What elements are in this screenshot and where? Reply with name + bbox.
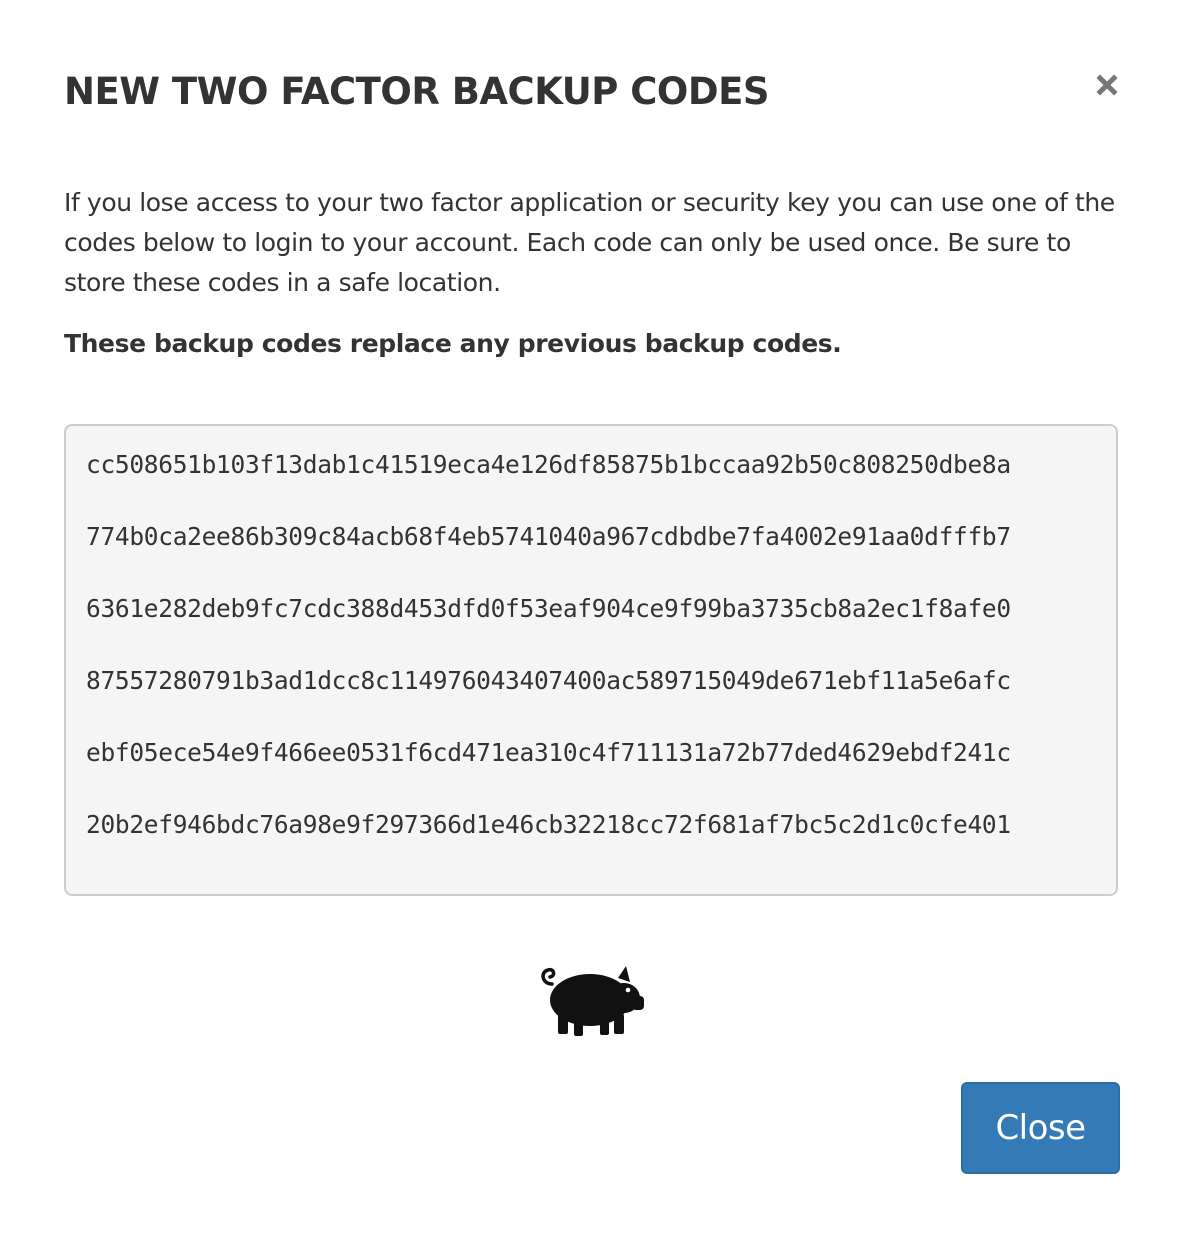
close-button[interactable]: Close bbox=[961, 1082, 1120, 1174]
close-x-glyph bbox=[1096, 74, 1118, 96]
pig-icon bbox=[538, 962, 646, 1040]
backup-code[interactable]: 774b0ca2ee86b309c84acb68f4eb5741040a967c… bbox=[86, 518, 1096, 590]
backup-code[interactable]: ebf05ece54e9f466ee0531f6cd471ea310c4f711… bbox=[86, 734, 1096, 806]
modal-description: If you lose access to your two factor ap… bbox=[64, 188, 1115, 297]
replace-warning: These backup codes replace any previous … bbox=[64, 329, 842, 358]
backup-codes-box[interactable]: cc508651b103f13dab1c41519eca4e126df85875… bbox=[64, 424, 1118, 896]
backup-code[interactable]: 6361e282deb9fc7cdc388d453dfd0f53eaf904ce… bbox=[86, 590, 1096, 662]
backup-code[interactable]: 87557280791b3ad1dcc8c114976043407400ac58… bbox=[86, 662, 1096, 734]
modal-title: NEW TWO FACTOR BACKUP CODES bbox=[64, 70, 770, 113]
close-icon[interactable] bbox=[1090, 68, 1124, 102]
backup-code[interactable]: cc508651b103f13dab1c41519eca4e126df85875… bbox=[86, 446, 1096, 518]
backup-code[interactable]: 20b2ef946bdc76a98e9f297366d1e46cb32218cc… bbox=[86, 806, 1096, 878]
backup-codes-modal: NEW TWO FACTOR BACKUP CODES If you lose … bbox=[0, 0, 1180, 1236]
